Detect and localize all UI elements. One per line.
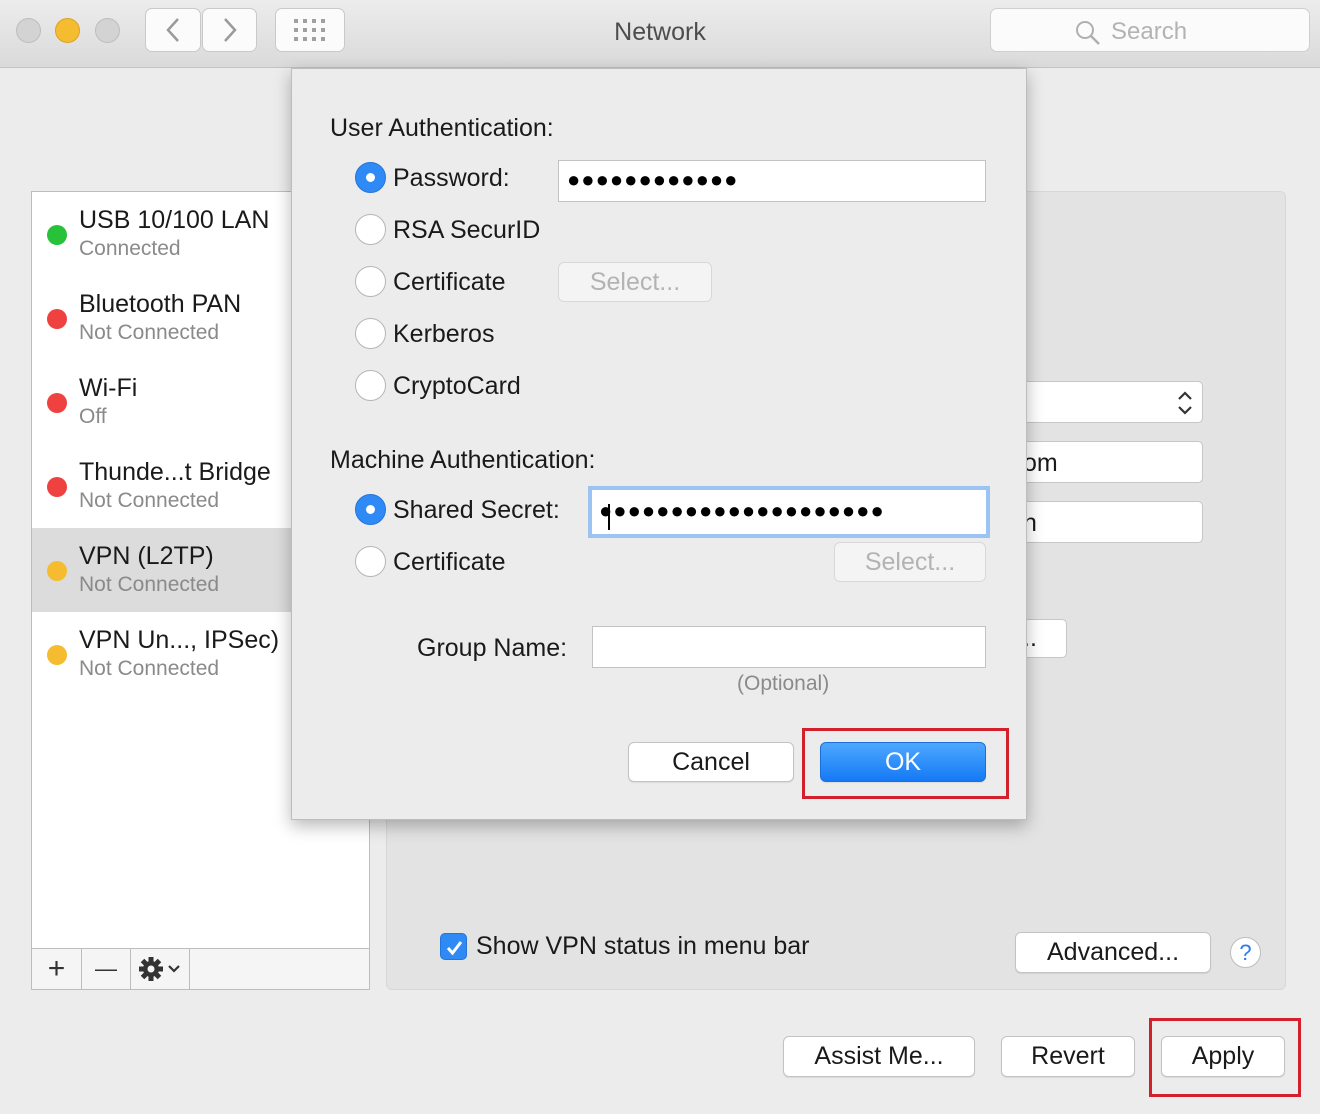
minimize-window-button[interactable] [55, 18, 80, 43]
user-authentication-heading: User Authentication: [330, 114, 554, 142]
advanced-button[interactable]: Advanced... [1015, 932, 1211, 973]
search-icon [1076, 21, 1100, 45]
back-button[interactable] [145, 8, 201, 52]
machine-authentication-heading: Machine Authentication: [330, 446, 596, 474]
service-name: Wi-Fi [79, 374, 138, 402]
service-status: Not Connected [79, 489, 220, 512]
status-dot-icon [47, 561, 67, 581]
machine-certificate-radio[interactable] [355, 546, 386, 577]
revert-button[interactable]: Revert [1001, 1036, 1135, 1077]
zoom-window-button[interactable] [95, 18, 120, 43]
user-certificate-radio-label: Certificate [393, 268, 506, 296]
gear-icon [139, 957, 180, 981]
cancel-button[interactable]: Cancel [628, 742, 794, 782]
rsa-securid-radio-label: RSA SecurID [393, 216, 541, 244]
ok-highlight-box [802, 728, 1009, 799]
configuration-popup[interactable] [1000, 381, 1203, 423]
shared-secret-radio[interactable] [355, 494, 386, 525]
service-name: VPN (L2TP) [79, 542, 214, 570]
search-field[interactable]: Search [990, 8, 1310, 52]
group-name-label: Group Name: [417, 634, 568, 662]
assist-me-button[interactable]: Assist Me... [783, 1036, 975, 1077]
machine-certificate-radio-label: Certificate [393, 548, 506, 576]
search-placeholder: Search [1111, 18, 1188, 45]
chevron-right-icon [223, 18, 237, 42]
account-name-field[interactable]: n [1000, 501, 1203, 543]
server-address-field[interactable]: om [1000, 441, 1203, 483]
status-dot-icon [47, 645, 67, 665]
text-caret [608, 504, 610, 530]
show-vpn-status-label: Show VPN status in menu bar [476, 932, 810, 960]
user-certificate-radio[interactable] [355, 266, 386, 297]
status-dot-icon [47, 477, 67, 497]
service-name: Bluetooth PAN [79, 290, 242, 318]
action-menu-button[interactable] [131, 949, 190, 989]
service-name: USB 10/100 LAN [79, 206, 270, 234]
service-list-toolbar: + — [32, 948, 369, 989]
server-address-value: om [1023, 449, 1058, 477]
shared-secret-value: ●●●●●●●●●●●●●●●●●●●● [599, 498, 885, 523]
service-status: Off [79, 405, 107, 428]
password-value: ●●●●●●●●●●●● [567, 167, 739, 192]
kerberos-radio[interactable] [355, 318, 386, 349]
service-status: Connected [79, 237, 181, 260]
shared-secret-radio-label: Shared Secret: [393, 496, 560, 524]
service-status: Not Connected [79, 657, 220, 680]
updown-chevron-icon [1178, 391, 1192, 415]
shared-secret-field[interactable]: ●●●●●●●●●●●●●●●●●●●● [588, 486, 990, 538]
show-vpn-status-checkbox[interactable] [440, 933, 467, 960]
shared-secret-value-wrap: ●●●●●●●●●●●●●●●●●●●● [599, 498, 885, 530]
apply-highlight-box [1149, 1018, 1301, 1097]
help-button[interactable]: ? [1230, 937, 1261, 968]
group-name-field[interactable] [592, 626, 986, 668]
add-service-button[interactable]: + [32, 949, 82, 989]
grid-icon [294, 19, 325, 41]
remove-service-button[interactable]: — [82, 949, 131, 989]
status-dot-icon [47, 309, 67, 329]
service-name: VPN Un..., IPSec) [79, 626, 280, 654]
authentication-settings-dialog: User Authentication: Password: ●●●●●●●●●… [291, 68, 1027, 820]
chevron-left-icon [166, 18, 179, 42]
status-dot-icon [47, 225, 67, 245]
close-window-button[interactable] [16, 18, 41, 43]
password-radio[interactable] [355, 162, 386, 193]
forward-button[interactable] [202, 8, 257, 52]
cryptocard-radio[interactable] [355, 370, 386, 401]
service-status: Not Connected [79, 321, 220, 344]
cryptocard-radio-label: CryptoCard [393, 372, 521, 400]
machine-certificate-select-button[interactable]: Select... [834, 542, 986, 582]
user-certificate-select-button[interactable]: Select... [558, 262, 712, 302]
status-dot-icon [47, 393, 67, 413]
password-field[interactable]: ●●●●●●●●●●●● [558, 160, 986, 202]
checkmark-icon [446, 941, 463, 956]
rsa-securid-radio[interactable] [355, 214, 386, 245]
group-name-hint: (Optional) [737, 672, 830, 695]
show-all-button[interactable] [275, 8, 345, 52]
window-title: Network [614, 18, 706, 46]
password-radio-label: Password: [393, 164, 510, 192]
title-bar: Network Search [0, 0, 1320, 68]
service-status: Not Connected [79, 573, 220, 596]
service-name: Thunde...t Bridge [79, 458, 271, 486]
kerberos-radio-label: Kerberos [393, 320, 495, 348]
